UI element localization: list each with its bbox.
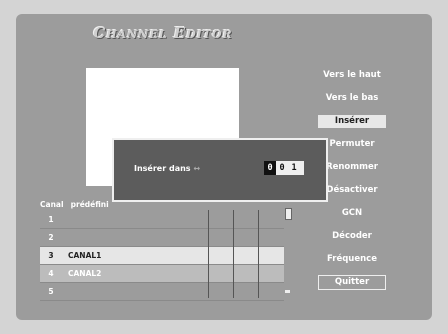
column-header-preset: prédéfini bbox=[70, 200, 109, 209]
menu-item-frequency[interactable]: Fréquence bbox=[310, 248, 394, 271]
channel-name: CANAL2 bbox=[68, 269, 102, 278]
insert-dialog: Insérer dans ↔ 001 bbox=[112, 138, 328, 202]
scrollbar-up[interactable] bbox=[285, 208, 292, 220]
table-row[interactable]: 2 bbox=[40, 229, 284, 247]
table-row[interactable]: 3 CANAL1 bbox=[40, 247, 284, 265]
column-header-channel: Canal bbox=[40, 200, 64, 209]
channel-number: 3 bbox=[48, 251, 54, 260]
digit-1[interactable]: 0 bbox=[264, 161, 276, 175]
column-divider bbox=[233, 210, 234, 298]
arrows-icon: ↔ bbox=[193, 164, 201, 173]
menu-item-insert[interactable]: Insérer bbox=[310, 110, 394, 133]
menu-item-gcn[interactable]: GCN bbox=[310, 202, 394, 225]
channel-number: 4 bbox=[48, 269, 54, 278]
insert-label: Insérer dans ↔ bbox=[134, 164, 201, 173]
column-divider bbox=[258, 210, 259, 298]
menu-item-move-down[interactable]: Vers le bas bbox=[310, 87, 394, 110]
page-title: Channel Editor bbox=[93, 24, 233, 42]
table-row[interactable]: 5 bbox=[40, 283, 284, 301]
table-row[interactable]: 1 bbox=[40, 211, 284, 229]
channel-number: 1 bbox=[48, 215, 54, 224]
channel-number: 2 bbox=[48, 233, 54, 242]
quit-button[interactable]: Quitter bbox=[310, 271, 394, 294]
channel-number: 5 bbox=[48, 287, 54, 296]
channel-number-input[interactable]: 001 bbox=[264, 161, 304, 175]
scrollbar-down[interactable] bbox=[285, 290, 290, 293]
menu-item-move-up[interactable]: Vers le haut bbox=[310, 64, 394, 87]
column-divider bbox=[208, 210, 209, 298]
channel-name: CANAL1 bbox=[68, 251, 102, 260]
channel-table: Canal prédéfini 1 2 3 CANAL1 4 CANAL2 5 bbox=[40, 198, 284, 301]
menu-item-decode[interactable]: Décoder bbox=[310, 225, 394, 248]
digit-3[interactable]: 1 bbox=[288, 161, 300, 175]
table-row[interactable]: 4 CANAL2 bbox=[40, 265, 284, 283]
digit-2[interactable]: 0 bbox=[276, 161, 288, 175]
